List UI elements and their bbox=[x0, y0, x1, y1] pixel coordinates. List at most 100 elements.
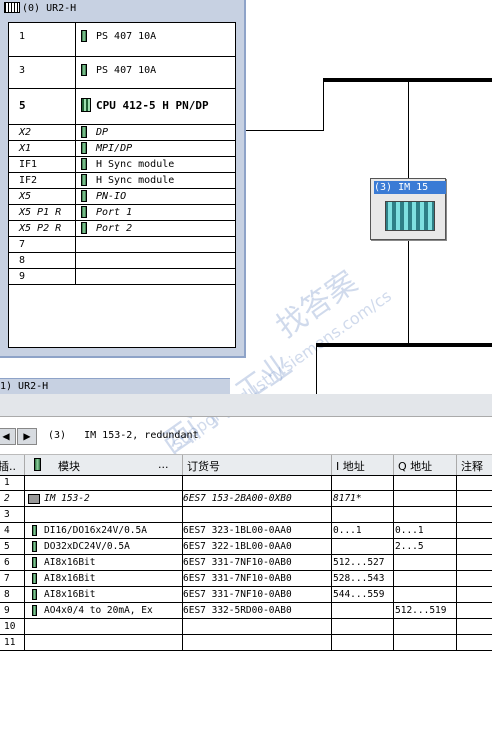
rack-slot-number: X5 P1 R bbox=[19, 207, 62, 218]
cell-module: IM 153-2 bbox=[44, 493, 90, 504]
cell-slot: 4 bbox=[4, 525, 10, 536]
header-dots: ... bbox=[158, 458, 169, 471]
im153-station-node[interactable]: (3) IM 15 bbox=[370, 178, 446, 240]
module-icon bbox=[32, 525, 37, 536]
rack-slot-row[interactable]: 3 PS 407 10A bbox=[9, 57, 235, 89]
rack-module-name: PS 407 10A bbox=[96, 65, 157, 76]
cell-i: 8171* bbox=[333, 493, 362, 504]
table-row[interactable]: 2 IM 153-2 6ES7 153-2BA00-0XB0 8171* bbox=[0, 491, 492, 507]
cell-module: AO4x0/4 to 20mA, Ex bbox=[44, 605, 153, 616]
profibus-line bbox=[408, 80, 409, 178]
module-icon bbox=[32, 541, 37, 552]
header-comment[interactable]: 注释 bbox=[461, 458, 483, 474]
module-icon bbox=[32, 605, 37, 616]
table-row[interactable]: 11 bbox=[0, 635, 492, 651]
rack-module-name: H Sync module bbox=[96, 175, 175, 186]
profibus-line bbox=[323, 80, 324, 131]
cell-module: AI8x16Bit bbox=[44, 573, 96, 584]
module-icon bbox=[81, 158, 87, 170]
cell-i: 528...543 bbox=[333, 573, 385, 584]
im-icon bbox=[28, 494, 40, 504]
forward-arrow-icon[interactable]: ▶ bbox=[17, 428, 37, 445]
cell-slot: 7 bbox=[4, 573, 10, 584]
rack-window[interactable]: (0) UR2-H 1 PS 407 10A 3 PS 407 10A 5 CPU 412… bbox=[0, 0, 246, 358]
rack-module-name: CPU 412-5 H PN/DP bbox=[96, 99, 209, 112]
cell-order: 6ES7 331-7NF10-0AB0 bbox=[183, 589, 292, 600]
cell-i: 0...1 bbox=[333, 525, 362, 536]
rack-slot-row[interactable]: IF1 H Sync module bbox=[9, 157, 235, 173]
rack-slot-row[interactable]: X5 P1 R Port 1 bbox=[9, 205, 235, 221]
rack-title-text: (0) UR2-H bbox=[22, 3, 77, 14]
rack-slot-number: 8 bbox=[19, 255, 26, 266]
table-row[interactable]: 5 DO32xDC24V/0.5A 6ES7 322-1BL00-0AA0 2...5 bbox=[0, 539, 492, 555]
rack-slot-number: 7 bbox=[19, 239, 26, 250]
rack-slot-number: 5 bbox=[19, 99, 26, 112]
cell-order: 6ES7 331-7NF10-0AB0 bbox=[183, 573, 292, 584]
module-icon bbox=[32, 557, 37, 568]
cell-q: 0...1 bbox=[395, 525, 424, 536]
table-row[interactable]: 10 bbox=[0, 619, 492, 635]
table-row[interactable]: 4 DI16/DO16x24V/0.5A 6ES7 323-1BL00-0AA0 0.… bbox=[0, 523, 492, 539]
module-icon bbox=[81, 64, 87, 76]
table-row[interactable]: 6 AI8x16Bit 6ES7 331-7NF10-0AB0 512...527 bbox=[0, 555, 492, 571]
rack-slot-number: X2 bbox=[19, 127, 32, 138]
rack-picture-icon bbox=[385, 201, 435, 231]
table-row[interactable]: 9 AO4x0/4 to 20mA, Ex 6ES7 332-5RD00-0AB0 5… bbox=[0, 603, 492, 619]
rack-slot-number: X1 bbox=[19, 143, 32, 154]
rack-window-title: (0) UR2-H bbox=[4, 2, 76, 16]
cell-slot: 8 bbox=[4, 589, 10, 600]
table-row[interactable]: 8 AI8x16Bit 6ES7 331-7NF10-0AB0 544...559 bbox=[0, 587, 492, 603]
rack-slot-row[interactable]: 7 bbox=[9, 237, 235, 253]
table-row[interactable]: 7 AI8x16Bit 6ES7 331-7NF10-0AB0 528...543 bbox=[0, 571, 492, 587]
header-slot[interactable]: 插.. bbox=[0, 458, 16, 474]
cell-q: 2...5 bbox=[395, 541, 424, 552]
header-i-address[interactable]: I 地址 bbox=[336, 458, 365, 474]
rack-slot-number: X5 P2 R bbox=[19, 223, 62, 234]
cell-slot: 9 bbox=[4, 605, 10, 616]
cell-order: 6ES7 332-5RD00-0AB0 bbox=[183, 605, 292, 616]
profibus-master-system[interactable] bbox=[316, 343, 492, 347]
rack-module-name: Port 1 bbox=[96, 207, 133, 218]
im-node-title: (3) IM 15 bbox=[374, 181, 446, 194]
rack-module-name: PN-IO bbox=[96, 191, 127, 202]
splitter-bar[interactable] bbox=[0, 394, 492, 417]
cell-i: 544...559 bbox=[333, 589, 385, 600]
back-arrow-icon[interactable]: ◀ bbox=[0, 428, 16, 445]
rack-icon bbox=[4, 2, 20, 13]
rack-slot-row[interactable]: X5 PN-IO bbox=[9, 189, 235, 205]
module-icon bbox=[81, 98, 91, 112]
rack-slot-row[interactable]: IF2 H Sync module bbox=[9, 173, 235, 189]
module-icon bbox=[32, 589, 37, 600]
cell-slot: 3 bbox=[4, 509, 10, 520]
rack-slot-row[interactable]: 8 bbox=[9, 253, 235, 269]
detail-nav-bar: ◀ ▶ (3) IM 153-2, redundant bbox=[0, 426, 492, 448]
module-icon bbox=[32, 573, 37, 584]
detail-table-header: 插.. 模块 ... 订货号 I 地址 Q 地址 注释 bbox=[0, 454, 492, 476]
module-icon bbox=[81, 222, 87, 234]
header-q-address[interactable]: Q 地址 bbox=[398, 458, 432, 474]
rack-slot-number: 3 bbox=[19, 65, 26, 76]
rack-slot-row[interactable]: X2 DP bbox=[9, 125, 235, 141]
rack-slot-number: IF1 bbox=[19, 159, 38, 170]
rack-slot-row[interactable]: 5 CPU 412-5 H PN/DP bbox=[9, 89, 235, 125]
module-icon bbox=[81, 142, 87, 154]
module-icon bbox=[81, 190, 87, 202]
cell-q: 512...519 bbox=[395, 605, 447, 616]
second-rack-window-title[interactable]: 1) UR2-H bbox=[0, 378, 230, 395]
rack-slot-row[interactable]: 1 PS 407 10A bbox=[9, 23, 235, 57]
rack-module-name: Port 2 bbox=[96, 223, 133, 234]
rack-slot-row[interactable]: X1 MPI/DP bbox=[9, 141, 235, 157]
rack-slot-number: 1 bbox=[19, 31, 26, 42]
rack-module-name: MPI/DP bbox=[96, 143, 133, 154]
header-order-number[interactable]: 订货号 bbox=[187, 458, 220, 474]
table-row[interactable]: 3 bbox=[0, 507, 492, 523]
rack-slot-number: 9 bbox=[19, 271, 26, 282]
table-row[interactable]: 1 bbox=[0, 475, 492, 491]
module-icon bbox=[81, 126, 87, 138]
header-module[interactable]: 模块 bbox=[58, 458, 80, 474]
rack-slot-row[interactable]: X5 P2 R Port 2 bbox=[9, 221, 235, 237]
detail-station-label: (3) IM 153-2, redundant bbox=[48, 430, 199, 441]
rack-module-name: PS 407 10A bbox=[96, 31, 157, 42]
rack-slot-row[interactable]: 9 bbox=[9, 269, 235, 285]
second-rack-title-text: 1) UR2-H bbox=[0, 381, 49, 392]
